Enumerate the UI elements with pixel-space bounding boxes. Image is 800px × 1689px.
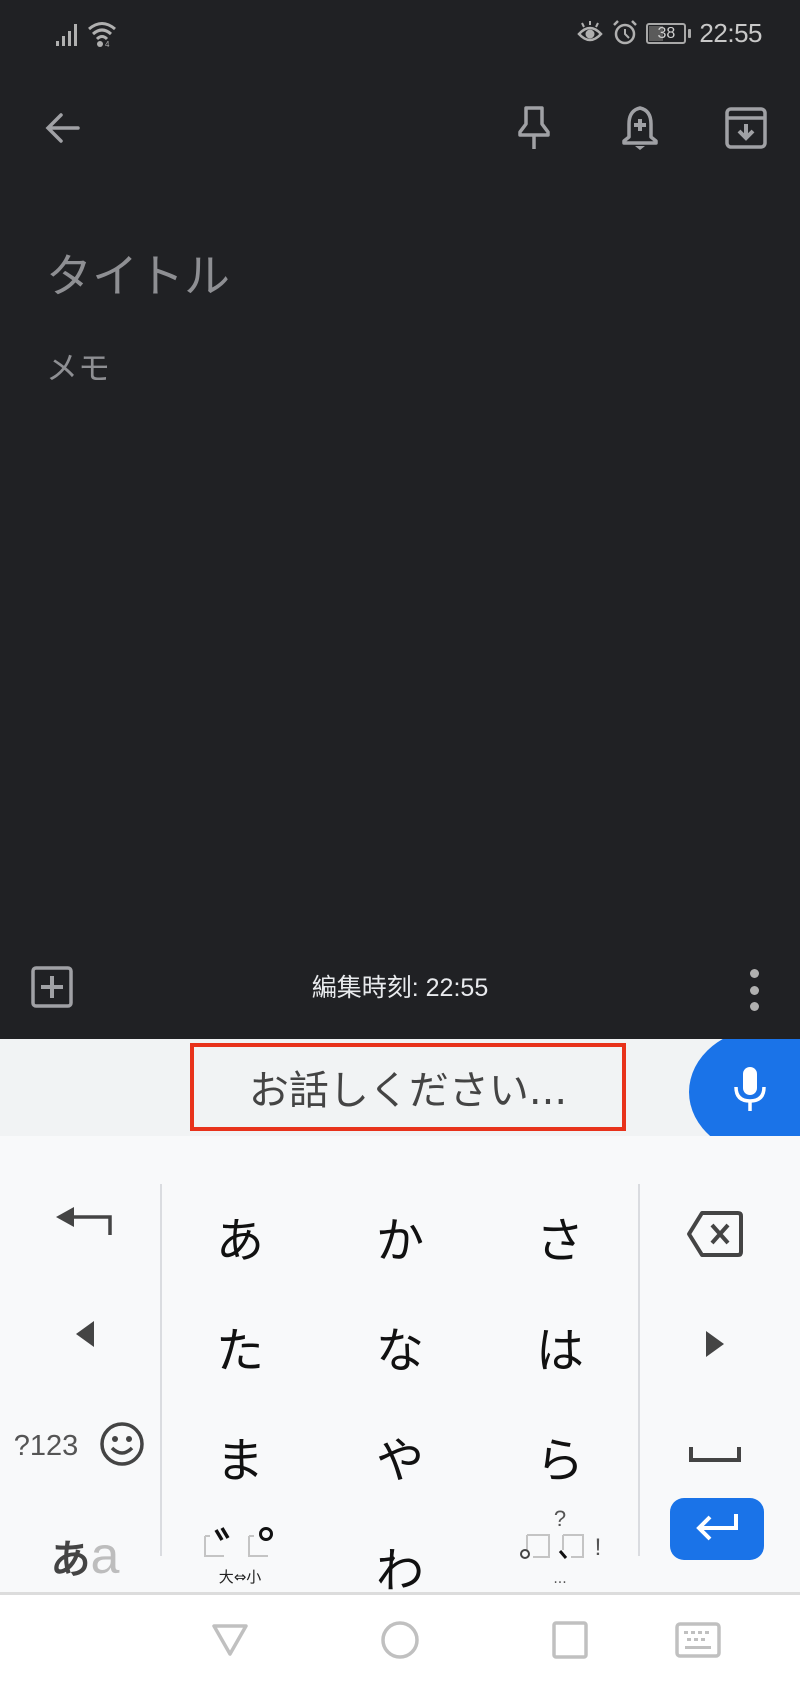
undo-arrow-icon	[54, 1207, 116, 1245]
note-toolbar	[0, 90, 800, 170]
cursor-right-key[interactable]	[660, 1296, 770, 1396]
key-na[interactable]: な	[330, 1296, 470, 1396]
status-bar: 4 38 22:55	[0, 0, 800, 70]
nav-home-button[interactable]	[370, 1617, 430, 1667]
battery-level: 38	[657, 24, 676, 42]
key-ha[interactable]: は	[490, 1296, 630, 1396]
bell-plus-icon	[620, 104, 660, 156]
backspace-icon	[686, 1210, 744, 1262]
key-sa[interactable]: さ	[490, 1186, 630, 1286]
key-ya[interactable]: や	[330, 1406, 470, 1506]
space-key[interactable]	[660, 1406, 770, 1506]
arrow-left-icon	[42, 108, 82, 152]
mode-label-latin: a	[90, 1527, 120, 1585]
nav-recents-button[interactable]	[540, 1617, 600, 1667]
keyboard-switch-button[interactable]	[668, 1617, 728, 1667]
cell-signal-icon	[55, 22, 81, 52]
key-ta[interactable]: た	[170, 1296, 310, 1396]
emoji-icon	[99, 1421, 145, 1471]
system-nav-bar	[0, 1595, 800, 1689]
space-icon	[689, 1445, 741, 1467]
cursor-right-icon	[704, 1330, 726, 1362]
size-toggle-label: 大⇔小	[218, 1567, 262, 1586]
reminder-button[interactable]	[612, 102, 668, 158]
archive-icon	[724, 106, 768, 154]
mode-label-kana: あ	[50, 1537, 91, 1583]
wifi-icon: 4	[87, 20, 117, 52]
voice-input-bar: お話しください...	[0, 1039, 800, 1136]
symbols-key[interactable]: ?123	[6, 1406, 86, 1486]
edited-timestamp: 編集時刻: 22:55	[311, 974, 489, 1002]
microphone-icon	[730, 1065, 770, 1117]
punctuation-key[interactable]: ? ! ...	[490, 1491, 630, 1601]
archive-button[interactable]	[718, 102, 774, 158]
nav-back-icon	[210, 1622, 250, 1662]
pin-icon	[516, 104, 552, 156]
battery-tip	[688, 29, 692, 38]
nav-recents-icon	[552, 1621, 588, 1663]
enter-key[interactable]	[670, 1498, 764, 1560]
question-mark-label: ?	[553, 1506, 567, 1531]
nav-home-icon	[380, 1620, 420, 1664]
note-body-field[interactable]: メモ	[46, 343, 110, 389]
key-ka[interactable]: か	[330, 1186, 470, 1286]
eye-comfort-icon	[576, 19, 604, 49]
key-ma[interactable]: ま	[170, 1406, 310, 1506]
enter-icon	[694, 1512, 740, 1546]
exclamation-label: !	[594, 1534, 602, 1561]
keyboard-divider	[638, 1184, 640, 1556]
emoji-key[interactable]	[90, 1406, 154, 1486]
nav-back-button[interactable]	[200, 1617, 260, 1667]
ellipsis-label: ...	[553, 1571, 567, 1587]
battery-icon: 38	[646, 23, 687, 44]
keyboard-switch-icon	[675, 1622, 721, 1662]
alarm-icon	[612, 19, 638, 49]
clock: 22:55	[699, 18, 762, 48]
cursor-left-icon	[74, 1320, 96, 1352]
note-title-field[interactable]: タイトル	[46, 240, 230, 306]
dakuten-key[interactable]: 大⇔小	[170, 1506, 310, 1606]
back-button[interactable]	[34, 102, 90, 158]
input-mode-key[interactable]: あ a	[30, 1516, 140, 1596]
pin-button[interactable]	[506, 102, 562, 158]
voice-prompt: お話しください...	[190, 1043, 626, 1131]
japanese-keyboard: ?123 あ a あ か さ た な は ま や ら 大⇔小 わ ? ! ...	[0, 1136, 800, 1599]
svg-text:4: 4	[105, 40, 110, 48]
period-comma-icon	[519, 1532, 585, 1564]
cursor-left-key[interactable]	[30, 1296, 140, 1376]
key-a[interactable]: あ	[170, 1186, 310, 1286]
keyboard-divider	[160, 1184, 162, 1556]
dakuten-handakuten-icon	[202, 1526, 278, 1564]
undo-key[interactable]	[30, 1186, 140, 1266]
backspace-key[interactable]	[660, 1186, 770, 1286]
